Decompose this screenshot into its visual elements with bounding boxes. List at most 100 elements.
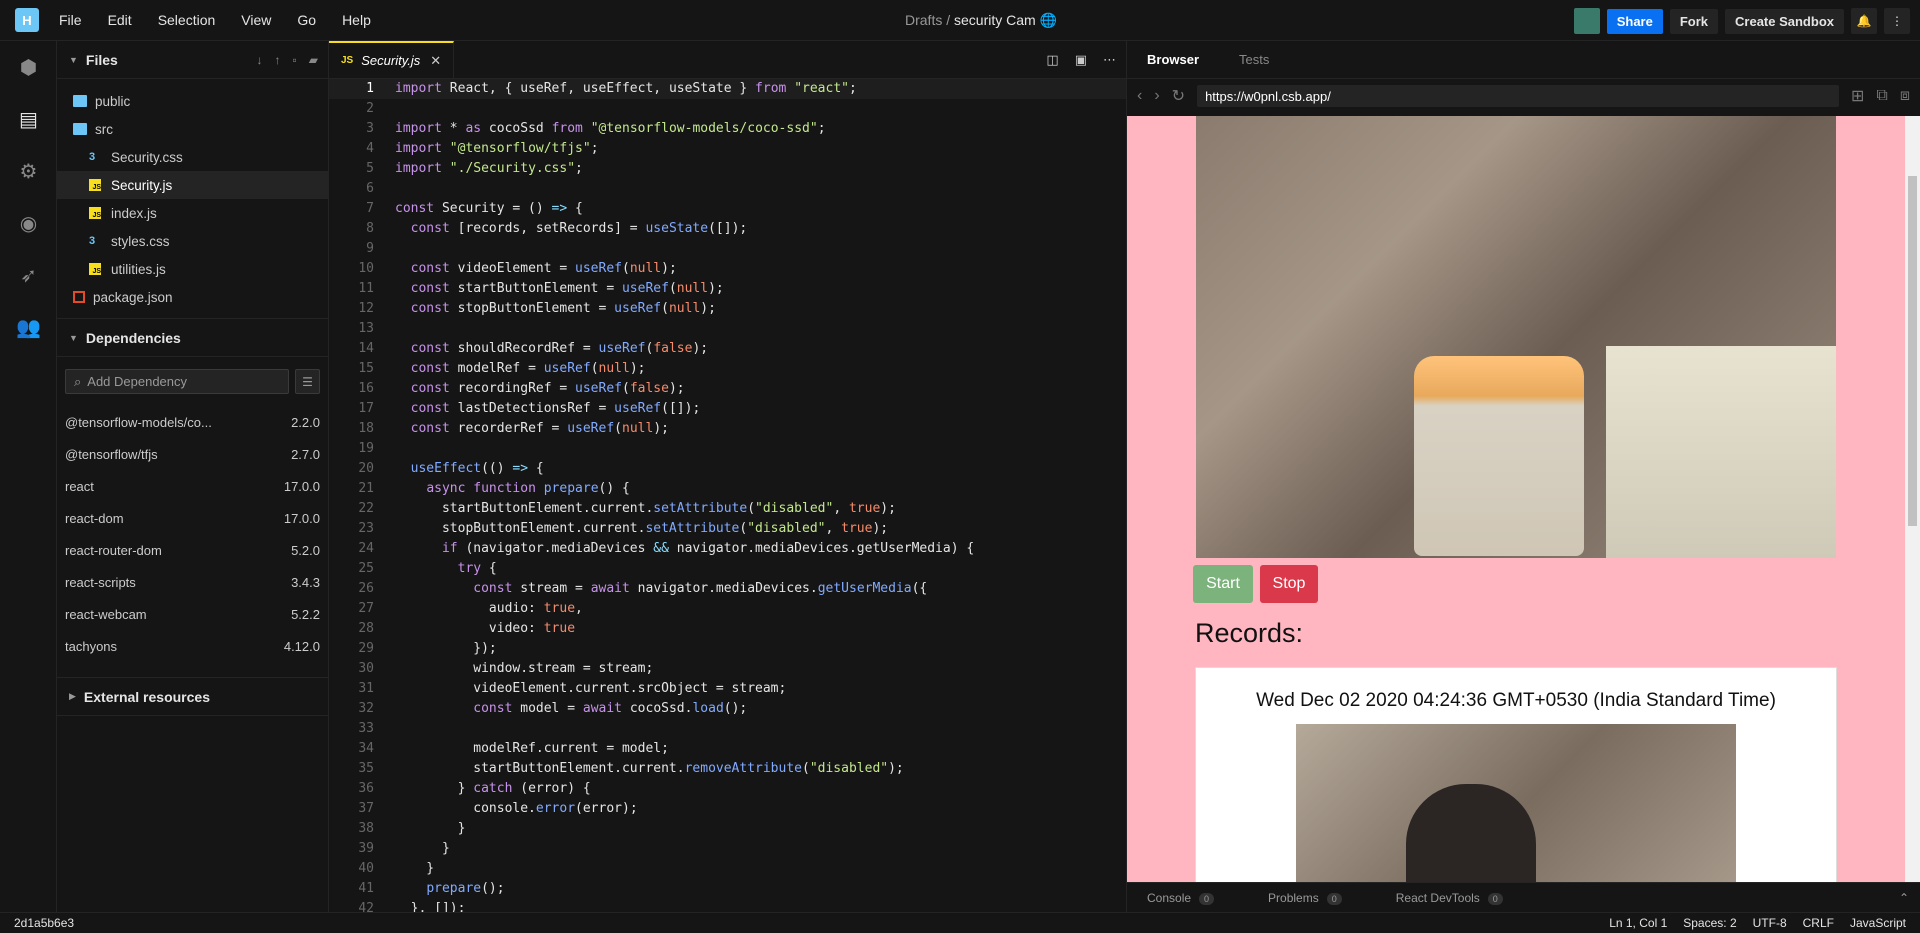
github-icon[interactable]: ◉: [0, 197, 57, 249]
dependency-version[interactable]: 17.0.0: [284, 479, 320, 494]
code-line[interactable]: 40 }: [329, 859, 1126, 879]
codesandbox-logo[interactable]: H: [15, 8, 39, 32]
file-index-js[interactable]: JS index.js: [57, 199, 328, 227]
code-line[interactable]: 39 }: [329, 839, 1126, 859]
code-line[interactable]: 14 const shouldRecordRef = useRef(false)…: [329, 339, 1126, 359]
start-button[interactable]: Start: [1193, 565, 1253, 603]
scrollbar-thumb[interactable]: [1908, 176, 1917, 526]
dependency-version[interactable]: 3.4.3: [291, 575, 320, 590]
code-line[interactable]: 42 }, []);: [329, 899, 1126, 912]
code-line[interactable]: 38 }: [329, 819, 1126, 839]
code-line[interactable]: 15 const modelRef = useRef(null);: [329, 359, 1126, 379]
gear-icon[interactable]: ⚙: [0, 145, 57, 197]
dependency-row[interactable]: tachyons 4.12.0: [57, 630, 328, 662]
preview-icon[interactable]: ▣: [1075, 52, 1087, 68]
cursor-position[interactable]: Ln 1, Col 1: [1609, 916, 1667, 930]
breadcrumb-parent[interactable]: Drafts: [905, 12, 942, 28]
file-package-json[interactable]: package.json: [57, 283, 328, 311]
dependency-row[interactable]: @tensorflow-models/co... 2.2.0: [57, 406, 328, 438]
more-horizontal-icon[interactable]: ⋯: [1103, 52, 1116, 68]
code-line[interactable]: 3 import * as cocoSsd from "@tensorflow-m…: [329, 119, 1126, 139]
stop-button[interactable]: Stop: [1260, 565, 1318, 603]
files-header[interactable]: ▼ Files ↓ ↑ ▫ ▰: [57, 41, 328, 79]
react-devtools-tab[interactable]: React DevTools 0: [1396, 891, 1503, 905]
code-line[interactable]: 29 });: [329, 639, 1126, 659]
users-icon[interactable]: 👥: [0, 301, 57, 353]
code-line[interactable]: 17 const lastDetectionsRef = useRef([]);: [329, 399, 1126, 419]
dependencies-header[interactable]: ▼ Dependencies: [57, 319, 328, 357]
code-line[interactable]: 12 const stopButtonElement = useRef(null…: [329, 299, 1126, 319]
close-icon[interactable]: ✕: [430, 53, 441, 69]
code-line[interactable]: 24 if (navigator.mediaDevices && navigat…: [329, 539, 1126, 559]
dependency-version[interactable]: 2.7.0: [291, 447, 320, 462]
code-line[interactable]: 10 const videoElement = useRef(null);: [329, 259, 1126, 279]
dependency-row[interactable]: @tensorflow/tfjs 2.7.0: [57, 438, 328, 470]
menu-help[interactable]: Help: [342, 12, 371, 28]
files-icon[interactable]: ▤: [0, 93, 57, 145]
dependency-row[interactable]: react-router-dom 5.2.0: [57, 534, 328, 566]
code-line[interactable]: 6: [329, 179, 1126, 199]
code-line[interactable]: 28 video: true: [329, 619, 1126, 639]
code-line[interactable]: 36 } catch (error) {: [329, 779, 1126, 799]
dependency-row[interactable]: react-dom 17.0.0: [57, 502, 328, 534]
add-dependency-input[interactable]: ⌕ Add Dependency: [65, 369, 289, 394]
file-security-js[interactable]: JS Security.js: [57, 171, 328, 199]
dependency-version[interactable]: 2.2.0: [291, 415, 320, 430]
record-snapshot[interactable]: [1296, 724, 1736, 882]
indentation[interactable]: Spaces: 2: [1683, 916, 1736, 930]
code-line[interactable]: 11 const startButtonElement = useRef(nul…: [329, 279, 1126, 299]
code-line[interactable]: 18 const recorderRef = useRef(null);: [329, 419, 1126, 439]
problems-tab[interactable]: Problems 0: [1268, 891, 1342, 905]
new-window-icon[interactable]: ⧉: [1876, 87, 1887, 105]
dependency-version[interactable]: 17.0.0: [284, 511, 320, 526]
code-line[interactable]: 16 const recordingRef = useRef(false);: [329, 379, 1126, 399]
dependency-version[interactable]: 4.12.0: [284, 639, 320, 654]
file-utilities-js[interactable]: JS utilities.js: [57, 255, 328, 283]
language-mode[interactable]: JavaScript: [1850, 916, 1906, 930]
more-icon[interactable]: ⋮: [1884, 8, 1910, 34]
code-line[interactable]: 4 import "@tensorflow/tfjs";: [329, 139, 1126, 159]
upload-icon[interactable]: ↑: [275, 53, 281, 67]
file-security-css[interactable]: 3 Security.css: [57, 143, 328, 171]
create-sandbox-button[interactable]: Create Sandbox: [1725, 8, 1844, 34]
fork-button[interactable]: Fork: [1669, 8, 1719, 34]
dependency-row[interactable]: react-scripts 3.4.3: [57, 566, 328, 598]
menu-view[interactable]: View: [241, 12, 271, 28]
console-tab[interactable]: Console 0: [1147, 891, 1215, 905]
code-line[interactable]: 31 videoElement.current.srcObject = stre…: [329, 679, 1126, 699]
menu-go[interactable]: Go: [297, 12, 316, 28]
code-line[interactable]: 25 try {: [329, 559, 1126, 579]
popout-icon[interactable]: ⧈: [1900, 87, 1910, 105]
share-button[interactable]: Share: [1606, 8, 1663, 34]
new-folder-icon[interactable]: ▰: [309, 53, 318, 67]
external-resources-header[interactable]: ▶ External resources: [57, 678, 328, 716]
bell-icon[interactable]: 🔔: [1851, 8, 1877, 34]
menu-file[interactable]: File: [59, 12, 82, 28]
forward-icon[interactable]: ›: [1154, 87, 1159, 105]
code-line[interactable]: 23 stopButtonElement.current.setAttribut…: [329, 519, 1126, 539]
code-line[interactable]: 26 const stream = await navigator.mediaD…: [329, 579, 1126, 599]
sandbox-name[interactable]: security Cam: [954, 12, 1036, 28]
code-line[interactable]: 8 const [records, setRecords] = useState…: [329, 219, 1126, 239]
new-file-icon[interactable]: ▫: [293, 53, 297, 67]
code-line[interactable]: 7 const Security = () => {: [329, 199, 1126, 219]
code-line[interactable]: 41 prepare();: [329, 879, 1126, 899]
code-line[interactable]: 35 startButtonElement.current.removeAttr…: [329, 759, 1126, 779]
encoding[interactable]: UTF-8: [1753, 916, 1787, 930]
dependency-version[interactable]: 5.2.2: [291, 607, 320, 622]
dependency-row[interactable]: react 17.0.0: [57, 470, 328, 502]
file-src[interactable]: src: [57, 115, 328, 143]
back-icon[interactable]: ‹: [1137, 87, 1142, 105]
code-line[interactable]: 33: [329, 719, 1126, 739]
tab-browser[interactable]: Browser: [1147, 52, 1199, 67]
cube-icon[interactable]: ⬢: [0, 41, 57, 93]
avatar[interactable]: [1573, 8, 1600, 34]
list-icon[interactable]: ☰: [295, 369, 320, 394]
code-area[interactable]: 1 import React, { useRef, useEffect, useS…: [329, 79, 1126, 912]
code-line[interactable]: 37 console.error(error);: [329, 799, 1126, 819]
dependency-row[interactable]: react-webcam 5.2.2: [57, 598, 328, 630]
url-input[interactable]: https://w0pnl.csb.app/: [1197, 85, 1839, 107]
rocket-icon[interactable]: ➶: [0, 249, 57, 301]
code-line[interactable]: 2: [329, 99, 1126, 119]
menu-selection[interactable]: Selection: [158, 12, 216, 28]
